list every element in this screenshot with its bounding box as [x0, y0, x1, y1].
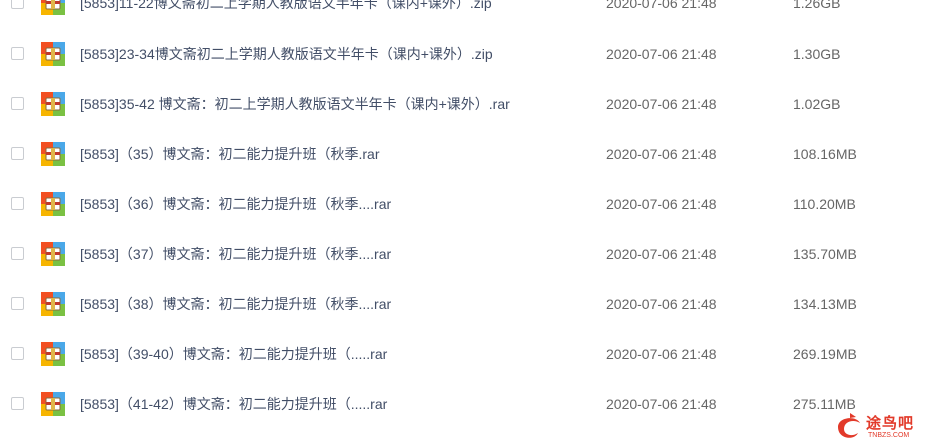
watermark-subtitle: TNBZS.COM: [868, 432, 910, 439]
file-name[interactable]: [5853]（35）博文斋：初二能力提升班（秋季.rar: [80, 145, 380, 163]
file-size: 1.30GB: [793, 46, 841, 62]
file-row[interactable]: [5853]（39-40）博文斋：初二能力提升班（.....rar 2020-0…: [0, 330, 928, 380]
file-date: 2020-07-06 21:48: [606, 46, 717, 62]
archive-icon: [41, 292, 65, 316]
row-checkbox[interactable]: [11, 297, 24, 310]
file-name[interactable]: [5853]（39-40）博文斋：初二能力提升班（.....rar: [80, 345, 387, 363]
file-row[interactable]: [5853]35-42 博文斋：初二上学期人教版语文半年卡（课内+课外）.rar…: [0, 80, 928, 130]
archive-icon: [41, 142, 65, 166]
row-checkbox[interactable]: [11, 0, 24, 9]
file-name[interactable]: [5853]11-22博文斋初二上学期人教版语文半年卡（课内+课外）.zip: [80, 0, 492, 12]
watermark-title: 途鸟吧: [866, 415, 915, 432]
row-checkbox[interactable]: [11, 397, 24, 410]
file-row[interactable]: [5853]（35）博文斋：初二能力提升班（秋季.rar 2020-07-06 …: [0, 130, 928, 180]
watermark-logo: 途鸟吧 TNBZS.COM: [832, 408, 924, 444]
archive-icon: [41, 92, 65, 116]
archive-icon: [41, 342, 65, 366]
file-row[interactable]: [5853]（36）博文斋：初二能力提升班（秋季....rar 2020-07-…: [0, 180, 928, 230]
file-size: 1.26GB: [793, 0, 841, 11]
file-size: 269.19MB: [793, 346, 857, 362]
file-row[interactable]: [5853]11-22博文斋初二上学期人教版语文半年卡（课内+课外）.zip 2…: [0, 0, 928, 29]
row-checkbox[interactable]: [11, 347, 24, 360]
archive-icon: [41, 0, 65, 15]
file-name[interactable]: [5853]（41-42）博文斋：初二能力提升班（.....rar: [80, 395, 387, 413]
archive-icon: [41, 42, 65, 66]
file-date: 2020-07-06 21:48: [606, 346, 717, 362]
file-size: 1.02GB: [793, 96, 841, 112]
file-size: 135.70MB: [793, 246, 857, 262]
file-name[interactable]: [5853]（36）博文斋：初二能力提升班（秋季....rar: [80, 195, 391, 213]
bird-logo-icon: [838, 413, 860, 438]
file-name[interactable]: [5853]35-42 博文斋：初二上学期人教版语文半年卡（课内+课外）.rar: [80, 95, 510, 113]
file-size: 108.16MB: [793, 146, 857, 162]
row-checkbox[interactable]: [11, 147, 24, 160]
row-checkbox[interactable]: [11, 47, 24, 60]
file-date: 2020-07-06 21:48: [606, 146, 717, 162]
file-date: 2020-07-06 21:48: [606, 296, 717, 312]
file-date: 2020-07-06 21:48: [606, 96, 717, 112]
row-checkbox[interactable]: [11, 247, 24, 260]
archive-icon: [41, 242, 65, 266]
file-row[interactable]: [5853]（37）博文斋：初二能力提升班（秋季....rar 2020-07-…: [0, 230, 928, 280]
row-checkbox[interactable]: [11, 197, 24, 210]
file-date: 2020-07-06 21:48: [606, 246, 717, 262]
file-date: 2020-07-06 21:48: [606, 396, 717, 412]
file-name[interactable]: [5853]（38）博文斋：初二能力提升班（秋季....rar: [80, 295, 391, 313]
file-list: [5853]11-22博文斋初二上学期人教版语文半年卡（课内+课外）.zip 2…: [0, 0, 928, 448]
row-checkbox[interactable]: [11, 97, 24, 110]
file-name[interactable]: [5853]23-34博文斋初二上学期人教版语文半年卡（课内+课外）.zip: [80, 45, 493, 63]
file-date: 2020-07-06 21:48: [606, 0, 717, 11]
file-date: 2020-07-06 21:48: [606, 196, 717, 212]
file-row[interactable]: [5853]（38）博文斋：初二能力提升班（秋季....rar 2020-07-…: [0, 280, 928, 330]
file-name[interactable]: [5853]（37）博文斋：初二能力提升班（秋季....rar: [80, 245, 391, 263]
file-size: 110.20MB: [793, 196, 856, 212]
archive-icon: [41, 192, 65, 216]
file-row[interactable]: [5853]23-34博文斋初二上学期人教版语文半年卡（课内+课外）.zip 2…: [0, 30, 928, 80]
archive-icon: [41, 392, 65, 416]
file-size: 134.13MB: [793, 296, 857, 312]
file-row[interactable]: [5853]（41-42）博文斋：初二能力提升班（.....rar 2020-0…: [0, 380, 928, 430]
